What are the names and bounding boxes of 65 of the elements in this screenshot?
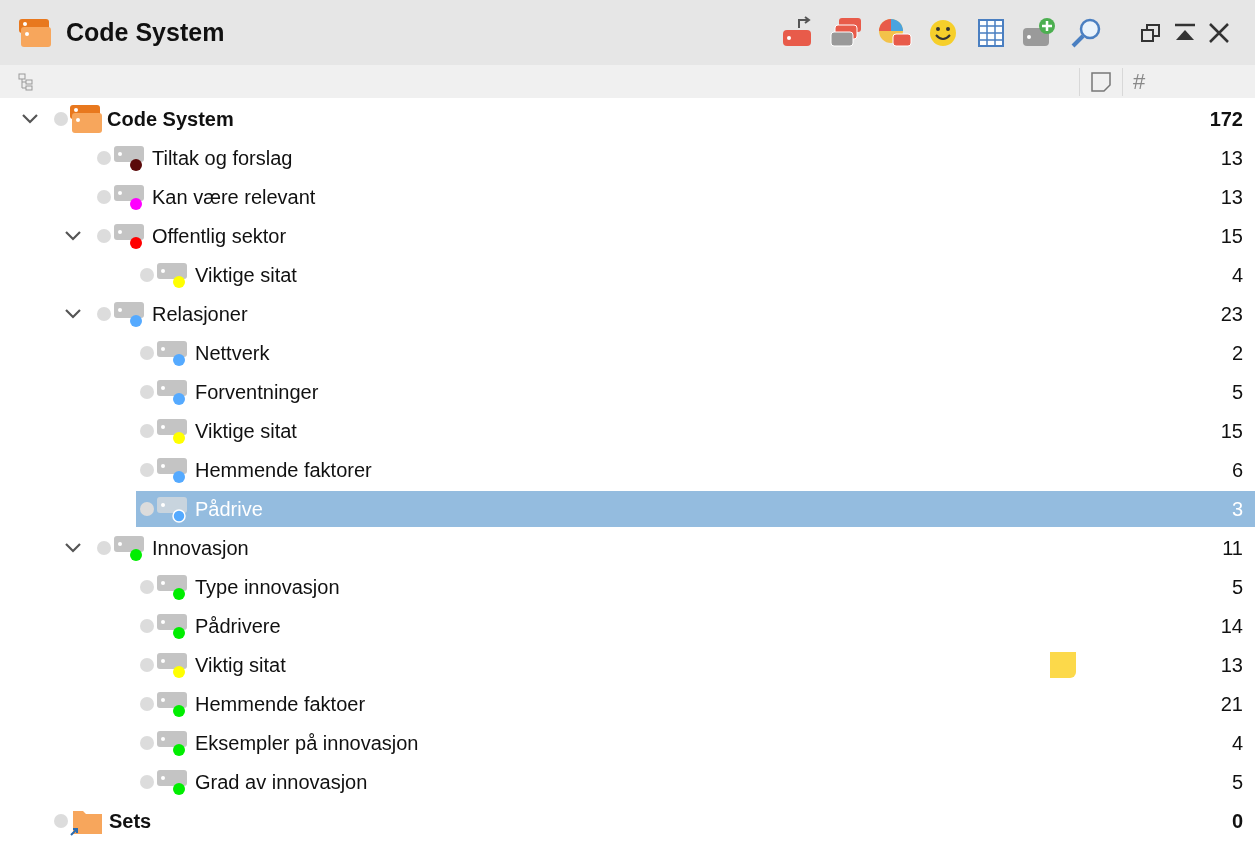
tree-row[interactable]: Relasjoner 23 [93,295,1255,332]
window-title: Code System [66,16,225,48]
tree-row[interactable]: Viktige sitat 4 [136,256,1255,293]
code-name: Grad av innovasjon [195,769,368,795]
code-name: Nettverk [195,340,270,366]
code-name: Eksempler på innovasjon [195,730,419,756]
tree-row[interactable]: Type innovasjon 5 [136,568,1255,605]
code-count: 0 [1230,808,1243,834]
close-icon[interactable] [1207,20,1231,45]
code-count: 21 [1219,691,1243,717]
tree-row[interactable]: Kan være relevant 13 [93,178,1255,215]
code-name: Pådrivere [195,613,281,639]
tree-row[interactable]: Code System 172 [50,100,1255,137]
tree-row[interactable]: Hemmende faktoer 21 [136,685,1255,722]
code-count: 4 [1230,262,1243,288]
tree-row[interactable]: Tiltak og forslag 13 [93,139,1255,176]
code-count: 13 [1219,652,1243,678]
code-name: Hemmende faktoer [195,691,366,717]
code-name: Innovasjon [152,535,249,561]
code-name: Forventninger [195,379,319,405]
code-count: 5 [1230,379,1243,405]
code-name: Hemmende faktorer [195,457,372,483]
code-count: 15 [1219,223,1243,249]
code-count: 13 [1219,145,1243,171]
code-name: Viktig sitat [195,652,286,678]
code-count: 5 [1230,574,1243,600]
code-count: 4 [1230,730,1243,756]
code-system-icon [69,102,103,135]
code-name: Relasjoner [152,301,248,327]
code-count: 14 [1219,613,1243,639]
tree-row[interactable]: Forventninger 5 [136,373,1255,410]
code-count: 2 [1230,340,1243,366]
chevron-down-icon[interactable] [64,229,82,242]
code-name: Offentlig sektor [152,223,287,249]
code-name: Code System [107,106,234,132]
tree-row[interactable]: Sets 0 [50,802,1255,839]
code-count: 11 [1221,535,1243,561]
code-name: Type innovasjon [195,574,340,600]
tree-row[interactable]: Viktig sitat 13 [136,646,1255,683]
tree-row[interactable]: Pådrivere 14 [136,607,1255,644]
code-name: Kan være relevant [152,184,316,210]
memo-column-icon[interactable] [1090,70,1112,93]
tree-row[interactable]: Nettverk 2 [136,334,1255,371]
code-name: Viktige sitat [195,262,297,288]
tree-row[interactable]: Innovasjon 11 [93,529,1255,566]
code-name: Tiltak og forslag [152,145,293,171]
chevron-down-icon[interactable] [21,112,39,125]
chevron-down-icon[interactable] [64,541,82,554]
chevron-down-icon[interactable] [64,307,82,320]
tree-row[interactable]: Eksempler på innovasjon 4 [136,724,1255,761]
code-count: 15 [1219,418,1243,444]
tree-row[interactable]: Grad av innovasjon 5 [136,763,1255,800]
code-name: Sets [109,808,152,834]
code-count: 3 [1230,496,1243,522]
code-count: 13 [1219,184,1243,210]
code-name: Pådrive [195,496,263,522]
code-count: 5 [1230,769,1243,795]
code-system-icon [18,16,52,49]
code-count: 172 [1208,106,1243,132]
tree-row[interactable]: Viktige sitat 15 [136,412,1255,449]
code-count: 6 [1230,457,1243,483]
tree-row[interactable]: Hemmende faktorer 6 [136,451,1255,488]
tree-row[interactable]: Offentlig sektor 15 [93,217,1255,254]
code-name: Viktige sitat [195,418,297,444]
code-count: 23 [1219,301,1243,327]
